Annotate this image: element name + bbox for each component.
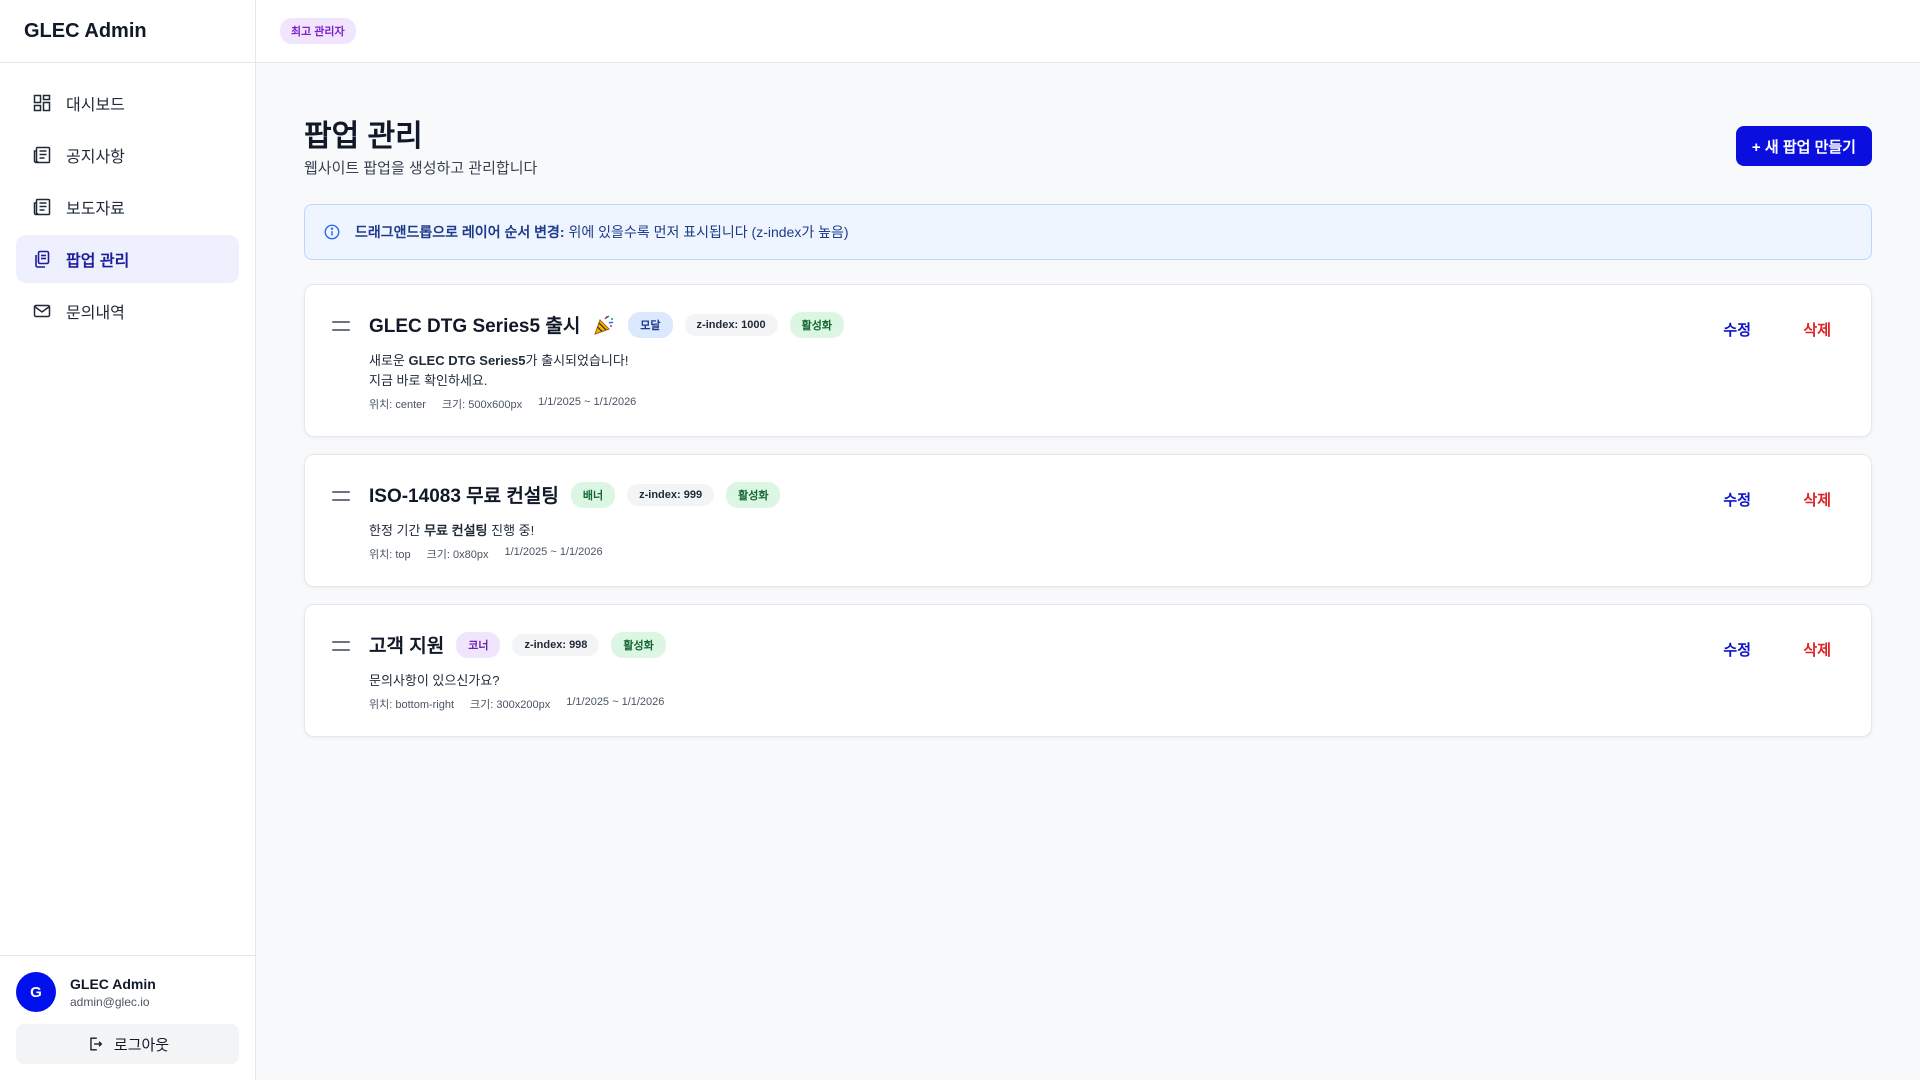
delete-button[interactable]: 삭제 xyxy=(1803,319,1831,340)
type-badge: 코너 xyxy=(456,631,501,658)
popup-meta: 위치: bottom-right 크기: 300x200px 1/1/2025 … xyxy=(369,696,680,712)
edit-button[interactable]: 수정 xyxy=(1723,489,1751,510)
popup-title: 고객 지원 xyxy=(369,636,445,657)
party-popper-icon xyxy=(594,314,614,335)
popup-meta: 위치: center 크기: 500x600px 1/1/2025 ~ 1/1/… xyxy=(369,396,652,412)
user-panel: G GLEC Admin admin@glec.io 로그아웃 xyxy=(0,955,255,1080)
logout-label: 로그아웃 xyxy=(113,1036,170,1054)
newspaper-icon xyxy=(32,145,52,165)
delete-button[interactable]: 삭제 xyxy=(1803,639,1831,660)
content-strong: GLEC DTG Series5 xyxy=(408,353,526,368)
create-popup-button[interactable]: + 새 팝업 만들기 xyxy=(1735,126,1872,166)
popup-dates: 1/1/2025 ~ 1/1/2026 xyxy=(504,546,603,558)
sidebar-item-label: 보도자료 xyxy=(66,201,125,218)
top-bar: 최고 관리자 xyxy=(256,0,1920,63)
avatar: G xyxy=(16,972,56,1012)
card-title-row: 고객 지원 코너 z-index: 998 활성화 xyxy=(369,631,678,658)
sidebar-item-label: 문의내역 xyxy=(66,305,125,322)
popup-content-line: 문의사항이 있으신가요? xyxy=(369,673,500,688)
delete-button[interactable]: 삭제 xyxy=(1803,489,1831,510)
popup-title: ISO-14083 무료 컨설팅 xyxy=(369,486,559,507)
sidebar-item-label: 대시보드 xyxy=(66,97,125,114)
logout-button[interactable]: 로그아웃 xyxy=(16,1024,239,1064)
sidebar: GLEC Admin 대시보드 공지사항 보도자료 팝업 관리 문의내역 G G… xyxy=(0,0,256,1080)
content-strong: 무료 컨설팅 xyxy=(424,523,488,538)
content-text: 가 출시되었습니다! xyxy=(525,353,629,368)
mail-icon xyxy=(32,301,52,321)
sidebar-item-dashboard[interactable]: 대시보드 xyxy=(16,79,239,127)
card-title-row: ISO-14083 무료 컨설팅 배너 z-index: 999 활성화 xyxy=(369,481,792,508)
card-title-row: GLEC DTG Series5 출시 모달 z-index: 1000 활성화 xyxy=(369,311,856,338)
zindex-badge: z-index: 1000 xyxy=(684,313,778,336)
brand-title: GLEC Admin xyxy=(0,0,255,63)
sidebar-item-inquiries[interactable]: 문의내역 xyxy=(16,287,239,335)
sidebar-item-notices[interactable]: 공지사항 xyxy=(16,131,239,179)
type-badge: 배너 xyxy=(570,481,616,508)
copy-icon xyxy=(32,249,52,269)
logout-icon xyxy=(90,1037,103,1051)
page-title: 팝업 관리 xyxy=(304,120,423,153)
info-icon xyxy=(324,224,340,240)
sidebar-item-label: 팝업 관리 xyxy=(66,253,130,270)
popup-size: 크기: 300x200px xyxy=(470,699,551,711)
user-name: GLEC Admin xyxy=(70,975,156,992)
dashboard-icon xyxy=(32,93,52,113)
status-badge: 활성화 xyxy=(611,631,666,658)
popup-size: 크기: 0x80px xyxy=(426,549,489,561)
content-text: 새로운 xyxy=(369,353,409,368)
popup-content-line: 한정 기간 무료 컨설팅 진행 중! xyxy=(369,520,534,539)
content-text: 한정 기간 xyxy=(369,523,425,538)
info-strong: 드래그앤드롭으로 레이어 순서 변경: xyxy=(355,224,565,240)
page-subtitle: 웹사이트 팝업을 생성하고 관리합니다 xyxy=(304,160,538,177)
page-header: 팝업 관리 웹사이트 팝업을 생성하고 관리합니다 + 새 팝업 만들기 xyxy=(304,63,1872,203)
user-email: admin@glec.io xyxy=(70,994,150,1009)
user-info: G GLEC Admin admin@glec.io xyxy=(16,972,239,1012)
drag-handle-icon[interactable] xyxy=(332,321,350,331)
sidebar-item-popups[interactable]: 팝업 관리 xyxy=(16,235,239,283)
popup-content-line: 지금 바로 확인하세요. xyxy=(369,373,488,388)
drag-handle-icon[interactable] xyxy=(332,641,350,651)
popup-title: GLEC DTG Series5 출시 xyxy=(369,316,581,337)
content-text: 진행 중! xyxy=(487,523,535,538)
sidebar-nav: 대시보드 공지사항 보도자료 팝업 관리 문의내역 xyxy=(0,63,255,335)
popup-position: 위치: top xyxy=(369,549,411,561)
zindex-badge: z-index: 999 xyxy=(627,483,715,506)
main-content: 팝업 관리 웹사이트 팝업을 생성하고 관리합니다 + 새 팝업 만들기 드래그… xyxy=(304,63,1872,737)
popup-dates: 1/1/2025 ~ 1/1/2026 xyxy=(566,696,665,708)
status-badge: 활성화 xyxy=(726,481,781,508)
popup-card[interactable]: GLEC DTG Series5 출시 모달 z-index: 1000 활성화… xyxy=(304,284,1872,437)
edit-button[interactable]: 수정 xyxy=(1723,319,1751,340)
type-badge: 모달 xyxy=(628,311,673,338)
sidebar-item-label: 공지사항 xyxy=(66,149,125,166)
zindex-badge: z-index: 998 xyxy=(512,633,600,656)
info-banner: 드래그앤드롭으로 레이어 순서 변경: 위에 있을수록 먼저 표시됩니다 (z-… xyxy=(304,204,1872,260)
popup-meta: 위치: top 크기: 0x80px 1/1/2025 ~ 1/1/2026 xyxy=(369,546,619,562)
status-badge: 활성화 xyxy=(789,311,845,338)
popup-position: 위치: bottom-right xyxy=(369,699,455,711)
popup-content-line: 새로운 GLEC DTG Series5가 출시되었습니다! xyxy=(369,350,628,369)
newspaper-icon xyxy=(32,197,52,217)
popup-position: 위치: center xyxy=(369,399,426,411)
drag-handle-icon[interactable] xyxy=(332,491,350,501)
sidebar-item-press[interactable]: 보도자료 xyxy=(16,183,239,231)
popup-card[interactable]: ISO-14083 무료 컨설팅 배너 z-index: 999 활성화 한정 … xyxy=(304,454,1872,587)
info-text: 위에 있을수록 먼저 표시됩니다 (z-index가 높음) xyxy=(568,224,849,240)
edit-button[interactable]: 수정 xyxy=(1723,639,1751,660)
popup-dates: 1/1/2025 ~ 1/1/2026 xyxy=(538,396,637,408)
popup-card[interactable]: 고객 지원 코너 z-index: 998 활성화 문의사항이 있으신가요? 위… xyxy=(304,604,1872,737)
popup-size: 크기: 500x600px xyxy=(441,399,523,411)
role-badge: 최고 관리자 xyxy=(280,18,356,44)
